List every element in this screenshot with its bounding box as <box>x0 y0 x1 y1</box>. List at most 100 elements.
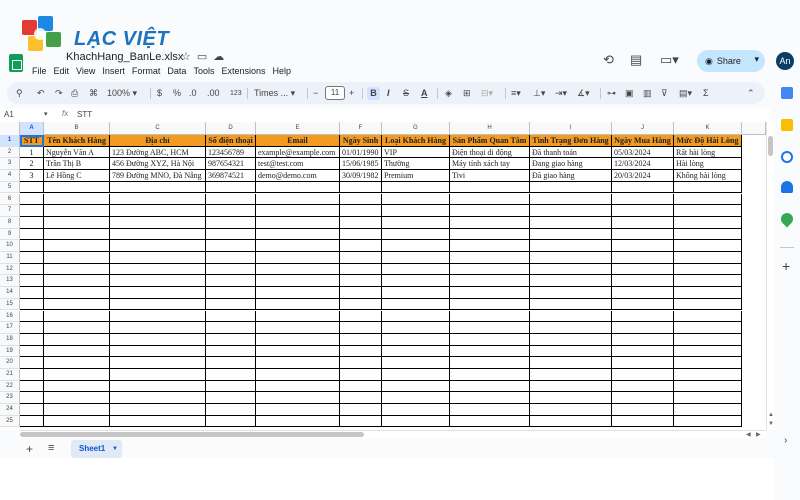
empty-cell[interactable] <box>256 287 340 299</box>
empty-cell[interactable] <box>674 333 742 346</box>
empty-cell[interactable] <box>674 181 742 194</box>
horizontal-scrollbar[interactable]: ◀ ▶ <box>20 430 766 438</box>
empty-cell[interactable] <box>256 415 340 428</box>
empty-cell[interactable] <box>110 216 206 229</box>
empty-cell[interactable] <box>450 298 530 311</box>
row-header[interactable]: 25 <box>0 415 20 428</box>
row-header[interactable]: 4 <box>0 170 20 182</box>
empty-cell[interactable] <box>450 275 530 288</box>
contacts-icon[interactable] <box>781 181 793 193</box>
empty-cell[interactable] <box>256 298 340 311</box>
menu-insert[interactable]: Insert <box>102 66 125 76</box>
empty-cell[interactable] <box>530 404 612 416</box>
empty-cell[interactable] <box>20 193 44 206</box>
empty-cell[interactable] <box>20 275 44 288</box>
row-header[interactable]: 14 <box>0 287 20 299</box>
empty-cell[interactable] <box>44 181 110 194</box>
empty-cell[interactable] <box>450 369 530 381</box>
empty-cell[interactable] <box>450 240 530 252</box>
header-cell[interactable]: Tình Trạng Đơn Hàng <box>530 135 612 147</box>
empty-cell[interactable] <box>206 181 256 194</box>
empty-cell[interactable] <box>612 252 674 264</box>
text-rotation-icon[interactable]: ∡▾ <box>577 87 590 100</box>
empty-cell[interactable] <box>256 404 340 416</box>
filter-views-icon[interactable]: ▤▾ <box>679 87 692 100</box>
star-icon[interactable]: ☆ <box>181 51 197 63</box>
table-cell[interactable]: Nguyễn Văn A <box>44 146 110 159</box>
empty-cell[interactable] <box>20 333 44 346</box>
row-header[interactable]: 7 <box>0 205 20 217</box>
vertical-align-icon[interactable]: ⊥▾ <box>533 87 545 100</box>
table-cell[interactable]: 123 Đường ABC, HCM <box>110 146 206 159</box>
empty-cell[interactable] <box>20 322 44 334</box>
zoom-select[interactable]: 100% ▾ <box>107 87 137 100</box>
empty-cell[interactable] <box>110 298 206 311</box>
decrease-decimal-button[interactable]: .0 <box>189 87 197 100</box>
text-color-button[interactable]: A <box>421 87 428 100</box>
row-header[interactable]: 12 <box>0 263 20 276</box>
empty-cell[interactable] <box>340 240 382 252</box>
empty-cell[interactable] <box>450 252 530 264</box>
empty-cell[interactable] <box>340 415 382 428</box>
table-cell[interactable]: 1 <box>20 146 44 159</box>
keep-icon[interactable] <box>781 119 793 131</box>
row-header[interactable]: 21 <box>0 369 20 381</box>
empty-cell[interactable] <box>206 345 256 358</box>
empty-cell[interactable] <box>110 181 206 194</box>
table-cell[interactable]: 15/06/1985 <box>340 158 382 171</box>
empty-cell[interactable] <box>382 310 450 323</box>
table-cell[interactable]: 01/01/1990 <box>340 146 382 159</box>
empty-cell[interactable] <box>674 263 742 276</box>
empty-cell[interactable] <box>612 415 674 428</box>
empty-cell[interactable] <box>612 310 674 323</box>
empty-cell[interactable] <box>44 380 110 393</box>
table-cell[interactable]: Đã giao hàng <box>530 170 612 182</box>
empty-cell[interactable] <box>612 287 674 299</box>
empty-cell[interactable] <box>44 263 110 276</box>
row-header[interactable]: 19 <box>0 345 20 358</box>
empty-cell[interactable] <box>206 216 256 229</box>
empty-cell[interactable] <box>530 392 612 405</box>
empty-cell[interactable] <box>674 404 742 416</box>
italic-button[interactable]: I <box>387 87 390 100</box>
empty-cell[interactable] <box>612 240 674 252</box>
empty-cell[interactable] <box>450 181 530 194</box>
empty-cell[interactable] <box>674 298 742 311</box>
empty-cell[interactable] <box>206 252 256 264</box>
print-icon[interactable]: ⎙ <box>71 87 78 100</box>
name-box[interactable]: A1 <box>4 110 14 119</box>
empty-cell[interactable] <box>206 392 256 405</box>
menu-file[interactable]: File <box>32 66 47 76</box>
table-cell[interactable]: Tivi <box>450 170 530 182</box>
menu-format[interactable]: Format <box>132 66 161 76</box>
row-header[interactable]: 5 <box>0 181 20 194</box>
sheet-tab[interactable]: Sheet1 ▼ <box>71 440 122 458</box>
empty-cell[interactable] <box>206 369 256 381</box>
empty-cell[interactable] <box>530 193 612 206</box>
empty-cell[interactable] <box>256 357 340 369</box>
redo-icon[interactable]: ↷ <box>55 87 63 100</box>
empty-cell[interactable] <box>20 392 44 405</box>
decrease-font-size-icon[interactable]: − <box>313 87 318 100</box>
empty-cell[interactable] <box>382 287 450 299</box>
horizontal-align-icon[interactable]: ≡▾ <box>511 87 521 100</box>
empty-cell[interactable] <box>20 369 44 381</box>
empty-cell[interactable] <box>44 228 110 241</box>
empty-cell[interactable] <box>450 287 530 299</box>
empty-cell[interactable] <box>530 275 612 288</box>
row-header[interactable]: 13 <box>0 275 20 288</box>
empty-cell[interactable] <box>674 252 742 264</box>
tasks-icon[interactable] <box>781 151 793 163</box>
increase-decimal-button[interactable]: .00 <box>207 87 220 100</box>
row-header[interactable]: 3 <box>0 158 20 171</box>
table-cell[interactable]: VIP <box>382 146 450 159</box>
name-box-dropdown-icon[interactable]: ▾ <box>44 110 48 118</box>
empty-cell[interactable] <box>340 298 382 311</box>
empty-cell[interactable] <box>530 380 612 393</box>
table-cell[interactable]: Đang giao hàng <box>530 158 612 171</box>
empty-cell[interactable] <box>44 333 110 346</box>
empty-cell[interactable] <box>256 205 340 217</box>
empty-cell[interactable] <box>20 298 44 311</box>
column-header-j[interactable]: J <box>612 122 674 135</box>
empty-cell[interactable] <box>44 298 110 311</box>
